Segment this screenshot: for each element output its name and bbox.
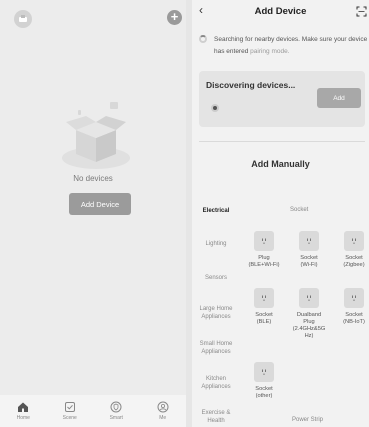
section-header-power-strip: Power Strip [292, 417, 324, 423]
socket-icon [352, 295, 356, 301]
add-icon[interactable]: + [167, 10, 182, 25]
category-small-home-appliances[interactable]: Small Home Appliances [196, 340, 236, 356]
tab-label: Scene [62, 415, 77, 421]
category-kitchen-appliances[interactable]: Kitchen Appliances [196, 375, 236, 391]
tab-me[interactable]: Me [145, 401, 181, 421]
section-header-socket: Socket [290, 207, 309, 213]
category-large-home-appliances[interactable]: Large Home Appliances [196, 305, 236, 321]
device-label: Socket (Zigbee) [343, 255, 365, 268]
add-device-button[interactable]: Add Device [69, 193, 131, 215]
device-label: Socket (other) [255, 386, 273, 399]
camera-device-icon [211, 104, 219, 112]
tab-scene[interactable]: Scene [52, 401, 88, 421]
discovered-add-button[interactable]: Add [317, 88, 361, 108]
device-label: Dualband Plug (2.4GHz&5G Hz) [292, 312, 326, 339]
add-device-screen: ‹ Add Device Searching for nearby device… [192, 0, 369, 427]
socket-icon [307, 295, 311, 301]
device-label: Socket (NB-IoT) [343, 312, 365, 325]
tab-label: Home [16, 415, 30, 421]
category-sensors[interactable]: Sensors [196, 274, 236, 282]
socket-icon [262, 238, 266, 244]
discovering-title: Discovering devices... [206, 80, 296, 90]
user-icon [157, 401, 169, 413]
home-screen: + No devices Add Device Home Scene Smart… [0, 0, 186, 427]
tab-home[interactable]: Home [5, 401, 41, 421]
device-socket-zigbee[interactable]: Socket (Zigbee) [334, 231, 369, 269]
search-status-text: Searching for nearby devices. Make sure … [214, 36, 368, 55]
device-plug-ble-wifi[interactable]: Plug (BLE+Wi-Fi) [244, 231, 284, 269]
device-label: Socket (Wi-Fi) [300, 255, 318, 268]
device-socket-wifi[interactable]: Socket (Wi-Fi) [289, 231, 329, 269]
bottom-tab-bar: Home Scene Smart Me [0, 395, 186, 427]
home-icon [18, 402, 29, 412]
device-dualband-plug[interactable]: Dualband Plug (2.4GHz&5G Hz) [289, 288, 329, 340]
tab-label: Me [159, 415, 167, 421]
device-socket-ble[interactable]: Socket (BLE) [244, 288, 284, 326]
tab-label: Smart [109, 415, 123, 421]
home-avatar[interactable] [14, 10, 32, 28]
category-electrical[interactable]: Electrical [196, 207, 236, 215]
discovering-card: Discovering devices... Add [199, 71, 365, 127]
checkbox-icon [64, 402, 75, 412]
loading-spinner-icon [199, 35, 207, 43]
divider [199, 141, 365, 142]
empty-state-text: No devices [73, 174, 113, 183]
scan-icon[interactable] [356, 6, 367, 17]
device-socket-other[interactable]: Socket (other) [244, 362, 284, 400]
device-socket-nb-iot[interactable]: Socket (NB-IoT) [334, 288, 369, 326]
page-title: Add Device [254, 6, 307, 17]
device-label: Plug (BLE+Wi-Fi) [248, 255, 280, 268]
category-lighting[interactable]: Lighting [196, 240, 236, 248]
add-manually-title: Add Manually [251, 159, 310, 169]
pairing-mode-link[interactable]: pairing mode. [250, 48, 289, 55]
socket-icon [262, 295, 266, 301]
shield-icon [110, 401, 122, 413]
socket-icon [352, 238, 356, 244]
device-label: Socket (BLE) [255, 312, 273, 325]
home-switch-icon [19, 15, 27, 22]
search-status: Searching for nearby devices. Make sure … [199, 34, 369, 58]
empty-box-illustration [62, 102, 130, 169]
socket-icon [307, 238, 311, 244]
tab-smart[interactable]: Smart [98, 401, 134, 421]
socket-icon [262, 369, 266, 375]
category-exercise-health[interactable]: Exercise & Health [196, 409, 236, 425]
